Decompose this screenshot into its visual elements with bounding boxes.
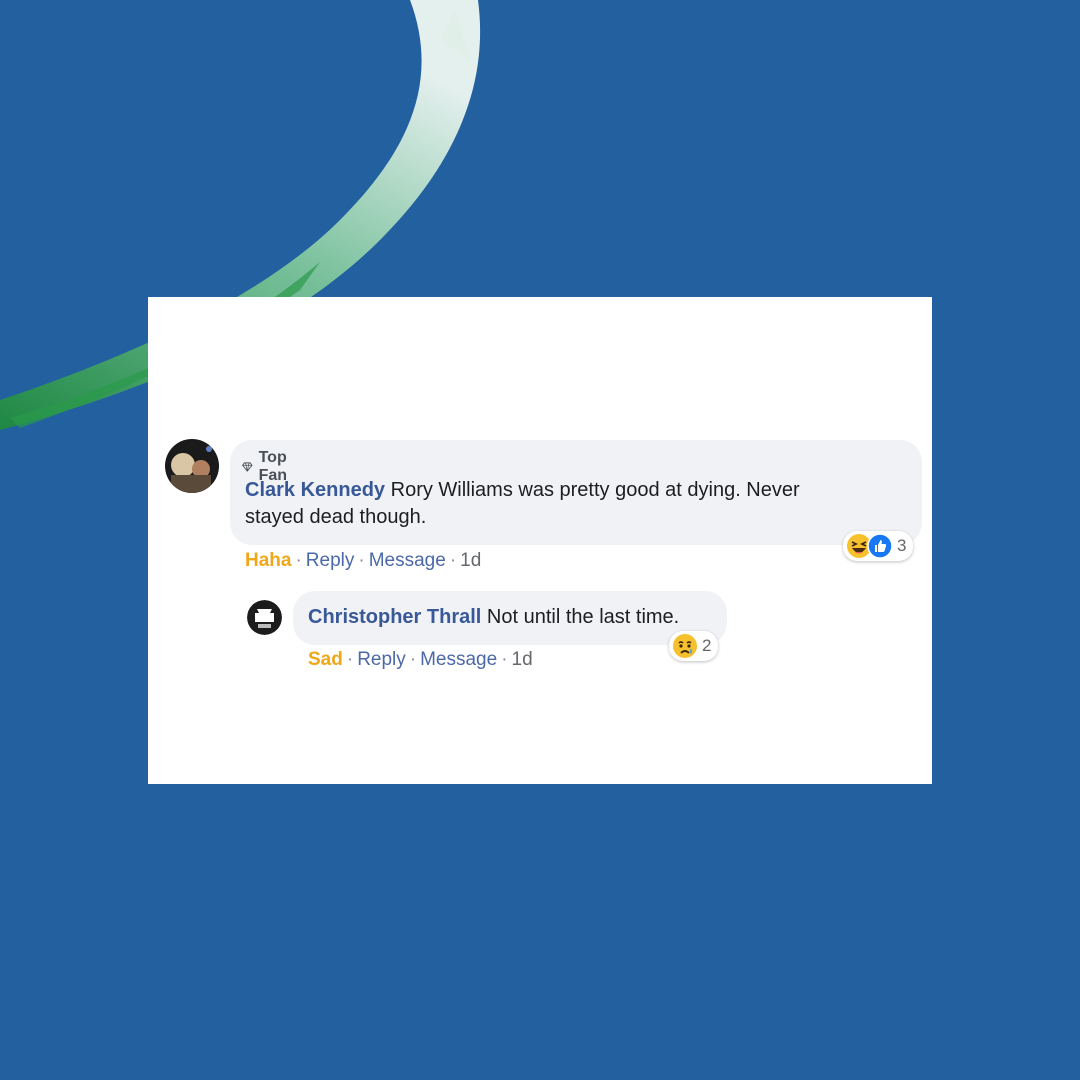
author-name[interactable]: Clark Kennedy bbox=[245, 479, 385, 501]
reaction-status[interactable]: Haha bbox=[245, 550, 291, 571]
reaction-status[interactable]: Sad bbox=[308, 649, 343, 670]
reaction-count: 3 bbox=[897, 536, 907, 555]
reaction-count: 2 bbox=[702, 636, 712, 655]
diamond-icon bbox=[242, 462, 253, 472]
comment-text: Clark Kennedy Rory Williams was pretty g… bbox=[245, 477, 885, 531]
reply-text-content: Not until the last time. bbox=[486, 606, 680, 628]
reply-link[interactable]: Reply bbox=[357, 649, 406, 670]
message-link[interactable]: Message bbox=[369, 550, 446, 571]
avatar[interactable] bbox=[165, 439, 219, 493]
reply-link[interactable]: Reply bbox=[306, 550, 355, 571]
comment-text-line2: stayed dead though. bbox=[245, 506, 427, 528]
avatar[interactable] bbox=[247, 600, 282, 635]
author-name[interactable]: Christopher Thrall bbox=[308, 606, 481, 628]
like-icon bbox=[867, 533, 893, 559]
reaction-summary[interactable]: 3 bbox=[843, 531, 914, 561]
timestamp[interactable]: 1d bbox=[512, 649, 533, 670]
comment-card: Top Fan Clark Kennedy Rory Williams was … bbox=[148, 297, 932, 784]
comment-actions: Haha · Reply · Message · 1d bbox=[245, 550, 482, 571]
comment-text-line1: Rory Williams was pretty good at dying. … bbox=[390, 479, 800, 501]
timestamp[interactable]: 1d bbox=[460, 550, 481, 571]
reaction-summary[interactable]: 2 bbox=[669, 631, 719, 661]
sad-emoji-icon bbox=[673, 634, 697, 658]
reply-actions: Sad · Reply · Message · 1d bbox=[308, 649, 533, 670]
message-link[interactable]: Message bbox=[420, 649, 497, 670]
reply-text: Christopher Thrall Not until the last ti… bbox=[308, 604, 679, 631]
